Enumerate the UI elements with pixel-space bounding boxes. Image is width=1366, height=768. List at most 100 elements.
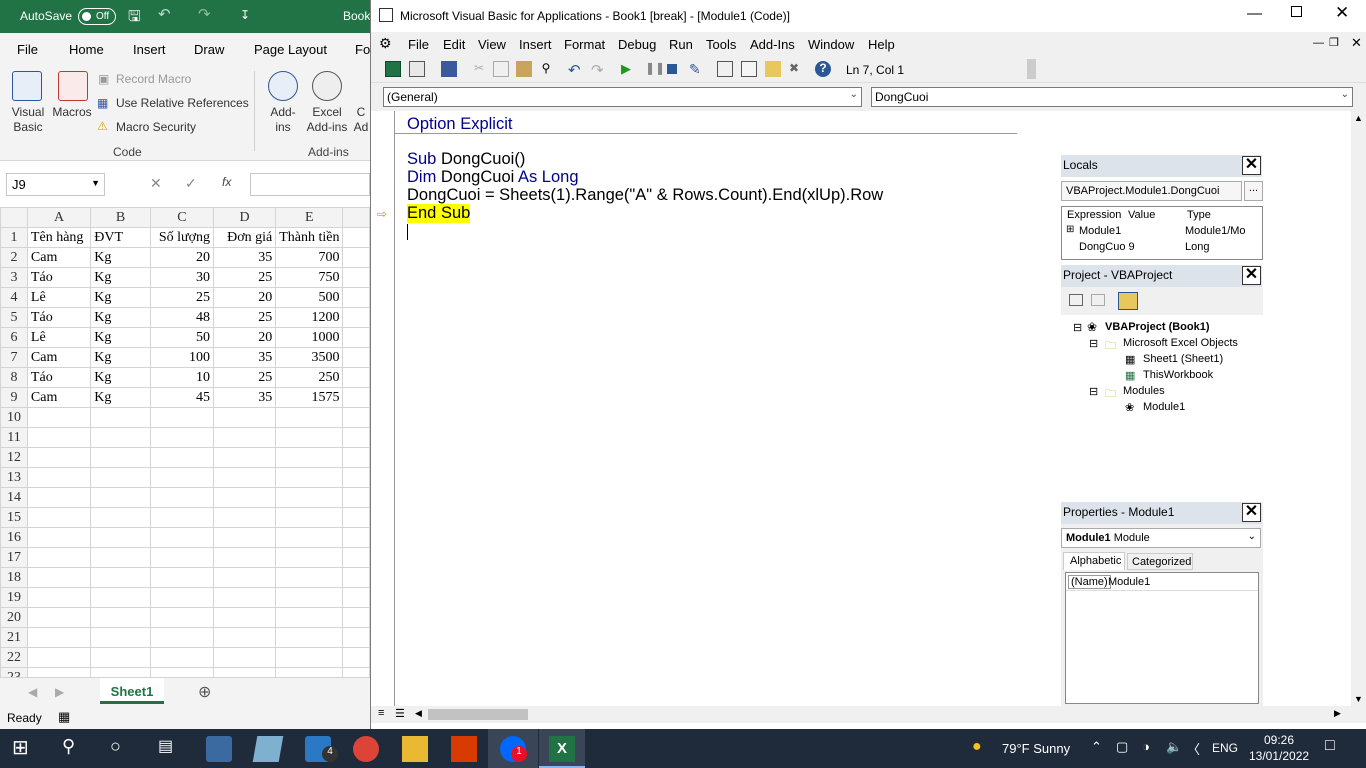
cell[interactable] (213, 567, 277, 588)
insert-function-icon[interactable]: fx (222, 175, 231, 189)
cell[interactable] (149, 507, 215, 528)
properties-grid[interactable]: (Name) Module1 (1065, 572, 1259, 704)
scroll-right-icon[interactable]: ▶ (1334, 708, 1341, 719)
cell[interactable] (275, 607, 344, 628)
cell[interactable] (90, 507, 151, 528)
cell[interactable] (149, 467, 215, 488)
cell[interactable] (342, 287, 370, 308)
tree-thisworkbook[interactable]: ThisWorkbook (1143, 369, 1213, 381)
cell[interactable] (275, 587, 344, 608)
menu-help[interactable]: Help (868, 37, 895, 52)
row-header[interactable]: 15 (0, 507, 28, 528)
scroll-up-icon[interactable]: ▲ (1354, 113, 1363, 123)
cell[interactable] (213, 607, 277, 628)
row-header[interactable]: 23 (0, 667, 28, 677)
cell[interactable] (342, 227, 370, 248)
tab-draw[interactable]: Draw (194, 42, 224, 57)
cell[interactable] (90, 627, 151, 648)
cell[interactable] (26, 527, 92, 548)
cell[interactable] (26, 447, 92, 468)
cell[interactable] (275, 647, 344, 668)
cell[interactable]: 700 (275, 247, 344, 268)
child-close-icon[interactable]: ✕ (1351, 35, 1362, 51)
meet-now-icon[interactable]: ▢ (1116, 739, 1128, 755)
autosave-toggle[interactable]: Off (78, 8, 116, 25)
cut-icon[interactable]: ✂ (471, 61, 487, 77)
cell[interactable] (213, 427, 277, 448)
row-header[interactable]: 17 (0, 547, 28, 568)
cell[interactable] (213, 547, 277, 568)
app-icon[interactable] (206, 736, 232, 762)
procedure-view-icon[interactable]: ≡ (378, 707, 384, 719)
tree-collapse-icon[interactable]: ⊟ (1089, 385, 1098, 398)
record-macro-button[interactable]: Record Macro (116, 72, 191, 86)
cell[interactable] (342, 247, 370, 268)
input-method-icon[interactable]: 〈 (1187, 739, 1200, 758)
cell[interactable] (275, 527, 344, 548)
cell[interactable]: Lê (26, 287, 92, 308)
run-icon[interactable]: ▶ (621, 61, 637, 77)
cell[interactable] (275, 627, 344, 648)
minimize-icon[interactable]: — (1247, 5, 1262, 22)
cell[interactable] (342, 487, 370, 508)
cell[interactable]: Số lượng (149, 227, 215, 248)
cell[interactable] (342, 387, 370, 408)
cell[interactable]: Cam (26, 387, 92, 408)
scroll-thumb[interactable] (428, 709, 528, 720)
help-icon[interactable]: ? (815, 61, 831, 77)
tree-collapse-icon[interactable]: ⊟ (1073, 321, 1082, 334)
tab-file[interactable]: File (17, 42, 38, 57)
search-icon[interactable]: ⚲ (62, 736, 88, 762)
cell[interactable] (213, 447, 277, 468)
menu-file[interactable]: File (408, 37, 429, 52)
cell[interactable]: 30 (149, 267, 215, 288)
object-browser-icon[interactable] (765, 61, 781, 77)
cell[interactable] (90, 567, 151, 588)
cell[interactable] (149, 627, 215, 648)
cell[interactable] (342, 327, 370, 348)
cell[interactable] (275, 487, 344, 508)
column-header[interactable]: D (213, 207, 277, 228)
cell[interactable] (275, 447, 344, 468)
row-header[interactable]: 20 (0, 607, 28, 628)
cell[interactable] (275, 427, 344, 448)
tree-excel-objects[interactable]: Microsoft Excel Objects (1123, 337, 1238, 349)
code-horizontal-scrollbar[interactable]: ≡ ☰ ◀ ▶ (371, 706, 1366, 723)
cell[interactable] (213, 407, 277, 428)
cell[interactable] (213, 647, 277, 668)
cell[interactable]: 1200 (275, 307, 344, 328)
cell[interactable]: 25 (213, 267, 277, 288)
cell[interactable] (26, 507, 92, 528)
cell[interactable] (342, 527, 370, 548)
sheet-tab-sheet1[interactable]: Sheet1 (100, 678, 164, 704)
column-header[interactable]: A (26, 207, 92, 228)
cell[interactable]: 20 (213, 327, 277, 348)
cell[interactable] (342, 447, 370, 468)
cell[interactable]: Thành tiền (275, 227, 344, 248)
cell[interactable] (26, 607, 92, 628)
code-margin[interactable]: ⇨ (371, 111, 395, 706)
relative-refs-button[interactable]: Use Relative References (116, 96, 249, 110)
cell[interactable] (342, 307, 370, 328)
cell[interactable]: 1000 (275, 327, 344, 348)
cell[interactable]: 1575 (275, 387, 344, 408)
cell[interactable] (26, 647, 92, 668)
cell[interactable] (90, 547, 151, 568)
chrome-icon[interactable] (353, 736, 379, 762)
cell[interactable]: 48 (149, 307, 215, 328)
cell[interactable] (26, 427, 92, 448)
cell[interactable]: 10 (149, 367, 215, 388)
locals-grid[interactable]: Expression Value Type ⊞ Module1 Module1/… (1061, 206, 1263, 260)
insert-module-icon[interactable] (409, 61, 425, 77)
cell[interactable]: Táo (26, 307, 92, 328)
cortana-icon[interactable]: ○ (110, 736, 136, 762)
cell[interactable]: 35 (213, 247, 277, 268)
customize-qat-icon[interactable]: ↧ (240, 8, 250, 22)
cell[interactable]: 25 (213, 367, 277, 388)
cell[interactable] (275, 567, 344, 588)
next-sheet-icon[interactable]: ▶ (55, 685, 64, 699)
cell[interactable] (149, 547, 215, 568)
cell[interactable] (275, 407, 344, 428)
cell[interactable] (213, 527, 277, 548)
weather-text[interactable]: 79°F Sunny (1002, 741, 1070, 756)
